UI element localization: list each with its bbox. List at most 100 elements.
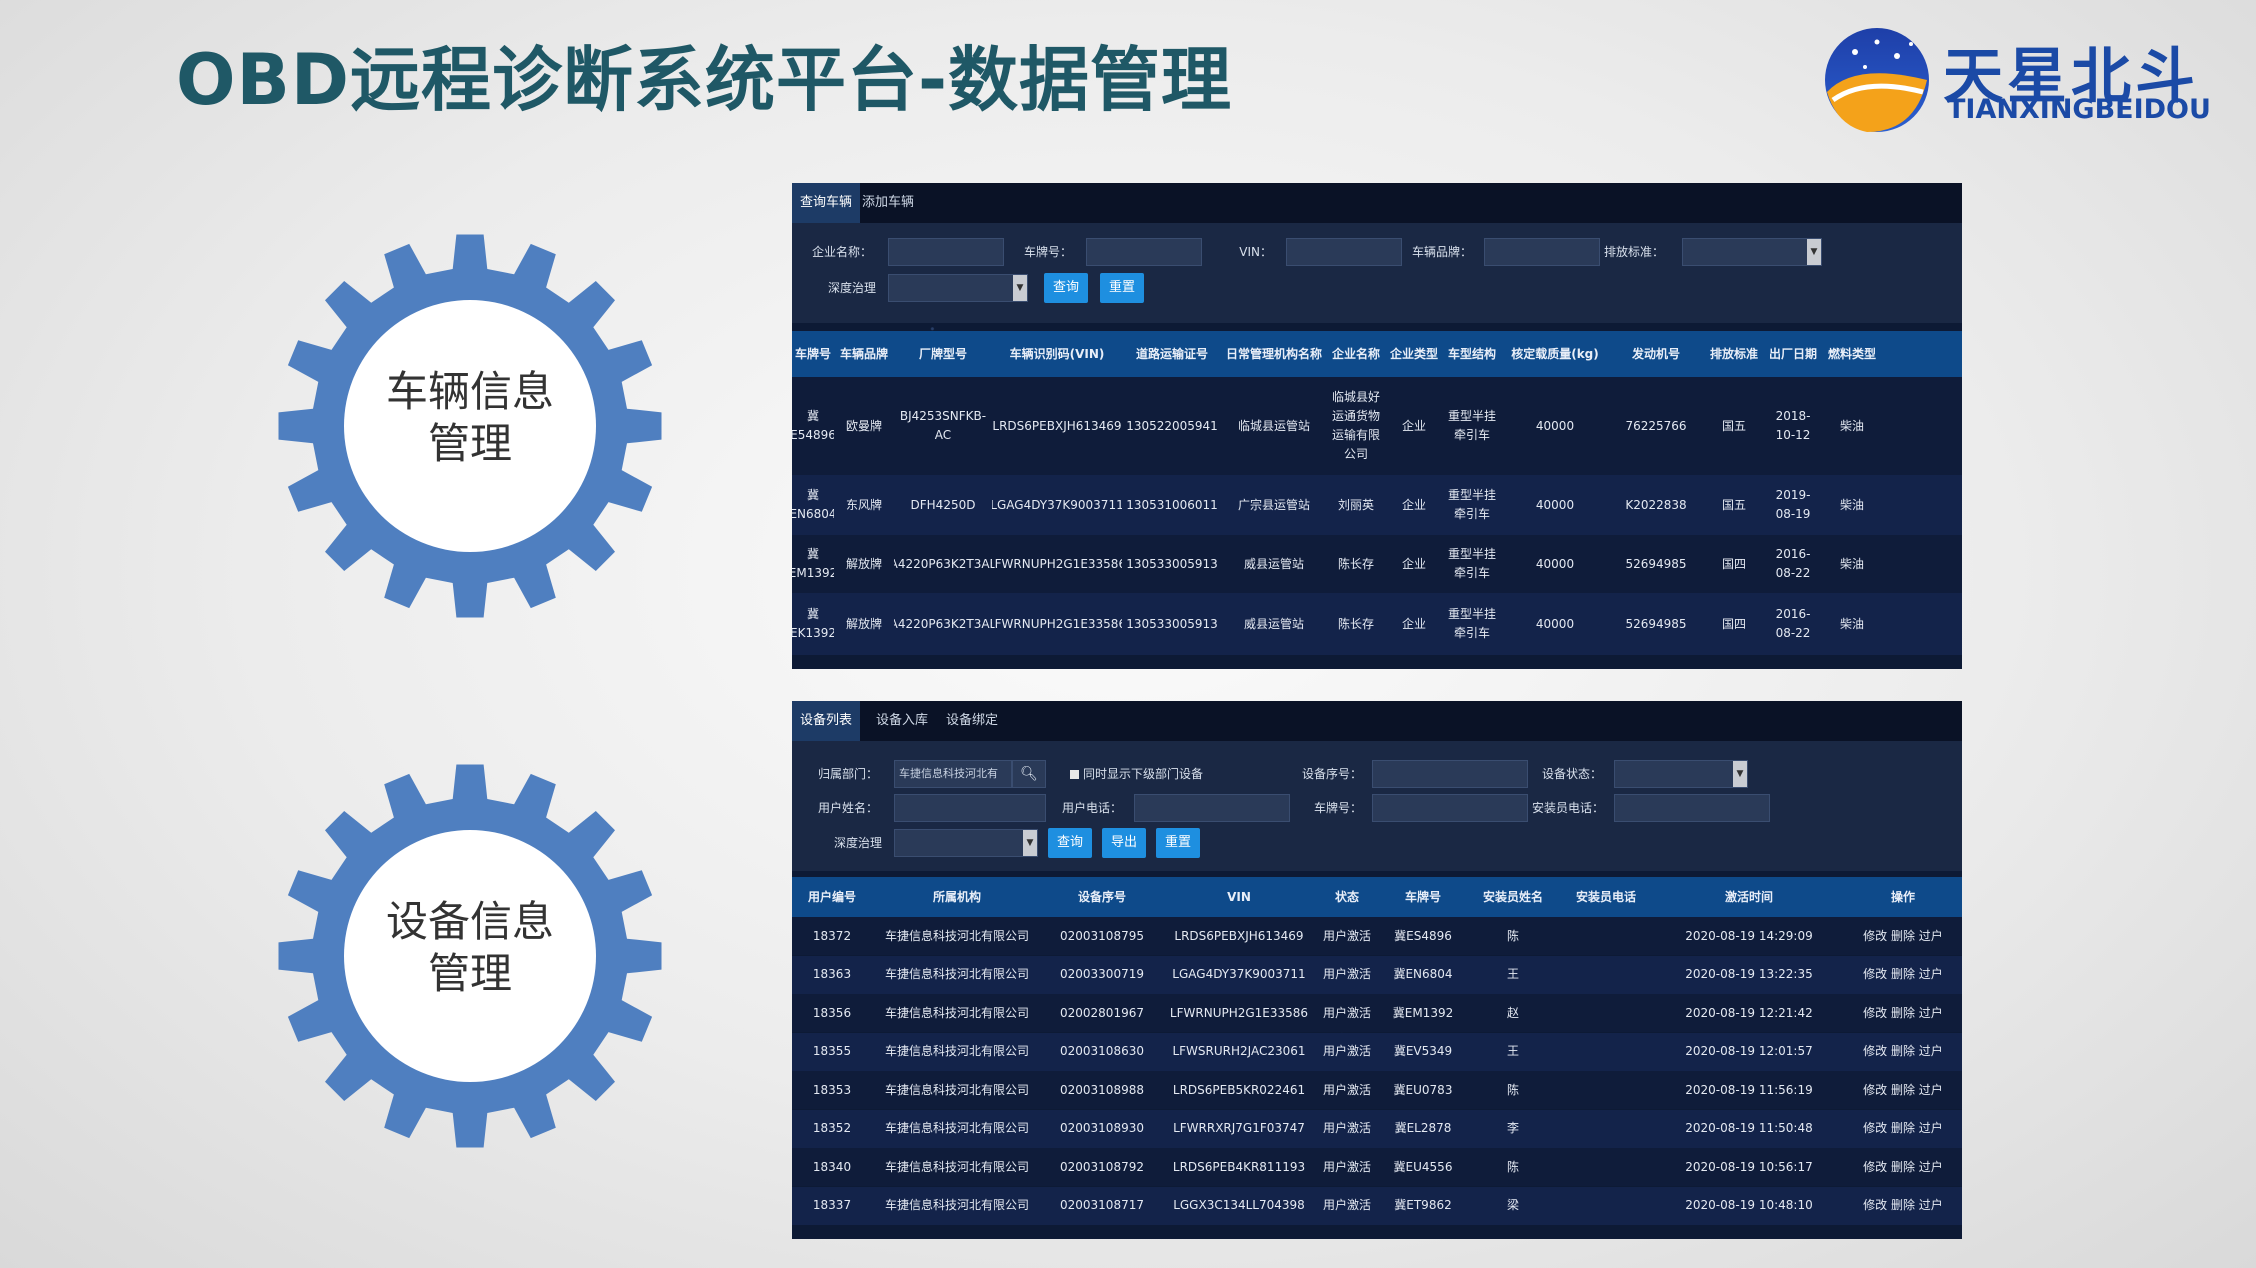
table-cell: 欧曼牌: [845, 418, 882, 433]
table-cell: [1558, 994, 1654, 1032]
column-header: 车辆品牌: [839, 347, 888, 361]
table-cell: 130522005941: [1126, 418, 1218, 433]
device-tab-bar: 设备列表 设备入库 设备绑定: [792, 701, 1962, 741]
installer-phone-input[interactable]: [1614, 794, 1770, 822]
table-cell: 企业: [1401, 497, 1426, 512]
emission-select[interactable]: ▼: [1682, 238, 1822, 266]
table-cell: 02003300719: [1060, 967, 1144, 981]
chevron-down-icon: ▼: [1733, 761, 1747, 787]
username-input[interactable]: [894, 794, 1046, 822]
row-actions[interactable]: 修改 删除 过户: [1844, 1187, 1962, 1225]
brand-input[interactable]: [1484, 238, 1600, 266]
tab-device-stock-in[interactable]: 设备入库: [868, 701, 936, 741]
tianxing-beidou-logo: 天星北斗 TIANXINGBEIDOU: [1815, 22, 2235, 137]
table-cell: 40000: [1535, 616, 1575, 631]
installer-phone-label: 安装员电话：: [1532, 801, 1605, 815]
emission-label: 排放标准：: [1604, 245, 1665, 259]
table-cell: 02003108988: [1060, 1082, 1144, 1097]
plate-input[interactable]: [1086, 238, 1202, 266]
column-header: 企业名称: [1331, 347, 1380, 361]
table-cell: 76225766: [1625, 418, 1687, 433]
table-cell: 王: [1506, 1044, 1519, 1058]
column-header: [1882, 331, 1962, 377]
status-label: 设备状态：: [1541, 767, 1602, 781]
show-sub-dept-label: 同时显示下级部门设备: [1083, 767, 1204, 781]
table-row: 18337 车捷信息科技河北有限公司 02003108717 LGGX3C134LL7…: [792, 1186, 1962, 1225]
device-query-button[interactable]: 查询: [1048, 828, 1092, 858]
column-header: 操作: [1890, 890, 1915, 904]
table-cell: LGAG4DY37K9003711: [992, 497, 1122, 512]
tab-device-binding[interactable]: 设备绑定: [938, 701, 1006, 741]
table-cell: 2016- 08-22: [1775, 547, 1811, 580]
company-name-input[interactable]: [888, 238, 1004, 266]
column-header: 安装员姓名: [1482, 890, 1543, 904]
table-cell: 02003108630: [1060, 1044, 1144, 1058]
row-actions[interactable]: 修改 删除 过户: [1844, 1071, 1962, 1109]
table-cell: 用户激活: [1322, 1121, 1371, 1135]
column-header: 激活时间: [1724, 890, 1773, 904]
column-header: VIN: [1227, 890, 1251, 904]
row-actions[interactable]: 修改 删除 过户: [1844, 994, 1962, 1032]
table-cell: 130533005913: [1126, 556, 1218, 571]
status-select[interactable]: ▼: [1614, 760, 1748, 788]
row-actions[interactable]: 修改 删除 过户: [1844, 1033, 1962, 1071]
query-button[interactable]: 查询: [1044, 273, 1088, 303]
search-icon[interactable]: 🔍︎: [1012, 760, 1046, 788]
device-reset-button[interactable]: 重置: [1156, 828, 1200, 858]
table-cell: 威县运管站: [1243, 616, 1304, 631]
table-cell: LGGX3C134LL704398: [1173, 1198, 1305, 1212]
table-cell: 18356: [812, 1005, 852, 1020]
row-actions[interactable]: 修改 删除 过户: [1844, 917, 1962, 955]
table-cell: LRDS6PEBXJH613469: [992, 418, 1122, 433]
column-header: 道路运输证号: [1135, 347, 1208, 361]
table-cell: CA4220P63K2T3AE4: [894, 556, 992, 571]
tab-query-vehicle[interactable]: 查询车辆: [792, 183, 861, 223]
table-cell: [1558, 1148, 1654, 1186]
treatment-select[interactable]: ▼: [888, 274, 1028, 302]
table-cell: 柴油: [1839, 418, 1864, 433]
table-cell: 2020-08-19 12:01:57: [1685, 1044, 1813, 1058]
row-actions[interactable]: 修改 删除 过户: [1844, 1148, 1962, 1186]
table-cell: 柴油: [1839, 616, 1864, 631]
table-row: 18353 车捷信息科技河北有限公司 02003108988 LRDS6PEB5KR0…: [792, 1071, 1962, 1109]
vin-input[interactable]: [1286, 238, 1402, 266]
logo-globe-icon: [1825, 28, 1929, 132]
device-info-gear-label: 设备信息 管理: [385, 897, 554, 998]
reset-button[interactable]: 重置: [1100, 273, 1144, 303]
column-header: 车牌号: [794, 347, 831, 361]
table-cell: 车捷信息科技河北有限公司: [884, 967, 1029, 981]
serial-input[interactable]: [1372, 760, 1528, 788]
table-cell: LFWRNUPH2G1E33586: [992, 616, 1122, 631]
device-treatment-select[interactable]: ▼: [894, 829, 1038, 857]
table-cell: 解放牌: [845, 556, 882, 571]
table-cell: 临城县运管站: [1237, 418, 1310, 433]
table-cell: LFWRNUPH2G1E33586: [1169, 1005, 1309, 1020]
dept-input[interactable]: 车捷信息科技河北有: [894, 760, 1012, 788]
table-cell: 52694985: [1625, 616, 1687, 631]
table-cell: 18355: [812, 1044, 852, 1058]
tab-device-list[interactable]: 设备列表: [792, 701, 861, 741]
export-button[interactable]: 导出: [1102, 828, 1146, 858]
table-cell: 用户激活: [1322, 967, 1371, 981]
row-actions[interactable]: 修改 删除 过户: [1844, 1110, 1962, 1148]
table-cell: 冀ES4896: [1394, 928, 1452, 943]
row-actions[interactable]: 修改 删除 过户: [1844, 956, 1962, 994]
table-cell: 用户激活: [1322, 1159, 1371, 1174]
table-row: 18352 车捷信息科技河北有限公司 02003108930 LFWRRXRJ7G1F…: [792, 1109, 1962, 1148]
table-cell: 2018- 10-12: [1775, 409, 1811, 442]
device-plate-input[interactable]: [1372, 794, 1528, 822]
vehicle-query-panel: 查询车辆 添加车辆 企业名称： 车牌号： VIN： 车辆品牌： 排放标准： ▼ …: [792, 183, 1962, 669]
table-cell: 柴油: [1839, 556, 1864, 571]
column-header: 发动机号: [1631, 347, 1680, 361]
table-cell: 用户激活: [1322, 1198, 1371, 1212]
column-header: 燃料类型: [1827, 347, 1876, 361]
tab-add-vehicle[interactable]: 添加车辆: [854, 183, 922, 223]
user-phone-input[interactable]: [1134, 794, 1290, 822]
show-sub-dept-checkbox[interactable]: 同时显示下级部门设备: [1070, 765, 1203, 782]
table-cell: 18337: [812, 1198, 852, 1212]
table-cell: 40000: [1535, 556, 1575, 571]
table-cell: DFH4250D: [910, 497, 976, 512]
slide-title: OBD远程诊断系统平台-数据管理: [176, 39, 1233, 121]
table-cell: 用户激活: [1322, 1044, 1371, 1058]
table-cell: 冀ET9862: [1394, 1198, 1452, 1212]
